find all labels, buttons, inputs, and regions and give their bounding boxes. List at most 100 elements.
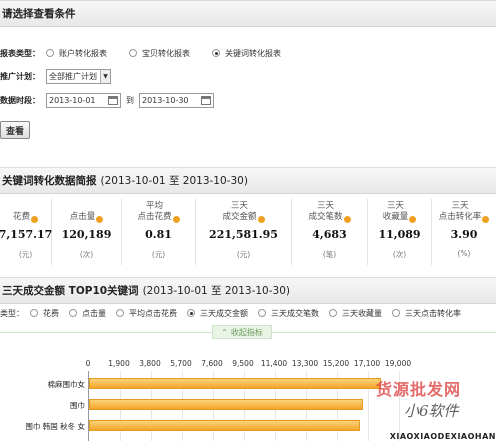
- metric-avg-cpc: 平均 点击花费 0.81 (元): [122, 199, 196, 265]
- collapse-bar: ⌃ 收起指标: [0, 325, 496, 339]
- x-tick-label: 13,300: [291, 359, 319, 368]
- x-tick-label: 15,200: [322, 359, 350, 368]
- metric-avg-cpc-label: 平均 点击花费: [137, 201, 172, 222]
- summary-dates: (2013-10-01 至 2013-10-30): [100, 175, 248, 187]
- metric-3day-favorites: 三天 收藏量 11,089 (次): [368, 199, 432, 265]
- help-icon[interactable]: [343, 216, 351, 223]
- report-type-item-label: 宝贝转化报表: [142, 48, 190, 58]
- metric-cost: 花费 7,157.17 (元): [0, 199, 52, 265]
- report-type-account-radio[interactable]: 账户转化报表: [46, 48, 107, 59]
- watermark: 货源批发网 小6软件 XIAOXIAODEXIAOHAN: [376, 376, 496, 441]
- calendar-icon[interactable]: [201, 95, 211, 105]
- metric-clicks: 点击量 120,189 (次): [52, 199, 122, 265]
- report-type-item-radio[interactable]: 宝贝转化报表: [129, 48, 190, 59]
- metric-3day-conversion-value: 3.90: [450, 228, 478, 241]
- bar[interactable]: [89, 378, 382, 389]
- metric-cost-unit: (元): [18, 250, 33, 259]
- date-from-input[interactable]: 2013-10-01: [46, 92, 121, 108]
- metric-3day-conversion-unit: (%): [457, 249, 471, 258]
- radio-selected-icon: [187, 309, 195, 317]
- query-button[interactable]: 查看: [0, 121, 30, 139]
- category-label: 棉麻围巾女: [47, 380, 86, 389]
- type-label-3day-revenue: 三天成交金额: [200, 308, 248, 318]
- bar-chart-plot: [88, 371, 400, 441]
- type-radio-cost[interactable]: 花费: [30, 308, 59, 319]
- help-icon[interactable]: [409, 216, 417, 223]
- watermark-site: XIAOXIAODEXIAOHAN: [389, 432, 496, 441]
- date-to-value: 2013-10-30: [142, 95, 189, 105]
- radio-icon: [329, 309, 337, 317]
- type-label-avg-cpc: 平均点击花费: [129, 308, 177, 318]
- radio-icon: [116, 309, 124, 317]
- x-tick-label: 1,900: [108, 359, 130, 368]
- metric-3day-revenue: 三天 成交金额 221,581.95 (元): [196, 199, 292, 265]
- metrics-row: 花费 7,157.17 (元) 点击量 120,189 (次) 平均 点击花费 …: [0, 199, 496, 265]
- calendar-icon[interactable]: [108, 95, 118, 105]
- metric-avg-cpc-unit: (元): [151, 250, 166, 259]
- radio-icon: [30, 309, 38, 317]
- date-separator: 到: [126, 95, 134, 105]
- x-tick-label: 0: [85, 359, 91, 368]
- metric-cost-label: 花费: [12, 212, 30, 222]
- help-icon[interactable]: [172, 216, 180, 223]
- help-icon[interactable]: [257, 216, 265, 223]
- x-tick-label: 9,500: [232, 359, 254, 368]
- x-tick-label: 19,000: [384, 359, 412, 368]
- radio-icon: [129, 49, 137, 57]
- x-tick-label: 17,100: [353, 359, 381, 368]
- metric-3day-favorites-value: 11,089: [378, 228, 421, 241]
- type-label-3day-favorites: 三天收藏量: [342, 308, 382, 318]
- x-axis-ticks: 0 1,900 3,800 5,700 7,600 9,500 11,400 13,300 15…: [0, 359, 496, 371]
- conditions-header: 请选择查看条件: [0, 0, 496, 27]
- x-tick-label: 3,800: [139, 359, 161, 368]
- metric-type-label: 类型：: [0, 308, 24, 318]
- report-type-keyword-radio[interactable]: 关键词转化报表: [212, 48, 281, 59]
- type-radio-avg-cpc[interactable]: 平均点击花费: [116, 308, 177, 319]
- plan-select-value: 全部推广计划: [49, 71, 97, 81]
- metric-clicks-unit: (次): [79, 250, 94, 259]
- report-type-keyword-label: 关键词转化报表: [225, 48, 281, 58]
- plan-row: 推广计划： 全部推广计划 ▼: [0, 68, 111, 84]
- metric-3day-revenue-unit: (元): [236, 250, 251, 259]
- report-type-row: 报表类型： 账户转化报表 宝贝转化报表 关键词转化报表: [0, 45, 299, 61]
- radio-icon: [46, 49, 54, 57]
- type-radio-3day-orders[interactable]: 三天成交笔数: [258, 308, 319, 319]
- type-label-3day-orders: 三天成交笔数: [271, 308, 319, 318]
- date-from-value: 2013-10-01: [49, 95, 96, 105]
- collapse-metrics-label: 收起指标: [230, 327, 263, 337]
- metric-3day-orders: 三天 成交笔数 4,683 (笔): [292, 199, 368, 265]
- radio-selected-icon: [212, 49, 220, 57]
- metric-cost-value: 7,157.17: [0, 228, 53, 241]
- summary-header: 关键词转化数据简报 (2013-10-01 至 2013-10-30): [0, 167, 496, 194]
- help-icon[interactable]: [96, 216, 104, 223]
- x-tick-label: 5,700: [170, 359, 192, 368]
- metric-3day-conversion: 三天 点击转化率 3.90 (%): [432, 199, 496, 265]
- bar[interactable]: [89, 420, 360, 431]
- type-radio-3day-favorites[interactable]: 三天收藏量: [329, 308, 382, 319]
- type-radio-3day-revenue[interactable]: 三天成交金额: [187, 308, 248, 319]
- top10-header: 三天成交金额 TOP10关键词 (2013-10-01 至 2013-10-30…: [0, 277, 496, 304]
- metric-3day-revenue-value: 221,581.95: [209, 228, 278, 241]
- type-label-3day-conversion: 三天点击转化率: [405, 308, 461, 318]
- type-radio-3day-conversion[interactable]: 三天点击转化率: [392, 308, 461, 319]
- top10-title: 三天成交金额 TOP10关键词: [2, 285, 139, 297]
- radio-icon: [258, 309, 266, 317]
- bar[interactable]: [89, 399, 364, 410]
- category-label: 围巾 韩国 秋冬 女: [25, 422, 85, 431]
- radio-icon: [69, 309, 77, 317]
- metric-3day-orders-unit: (笔): [322, 250, 337, 259]
- chevron-down-icon: ▼: [100, 69, 110, 83]
- x-tick-label: 11,400: [260, 359, 288, 368]
- chevron-up-icon: ⌃: [221, 327, 228, 337]
- help-icon[interactable]: [482, 216, 490, 223]
- period-label: 数据时段：: [0, 95, 40, 105]
- collapse-metrics-button[interactable]: ⌃ 收起指标: [212, 325, 272, 339]
- plan-select[interactable]: 全部推广计划 ▼: [46, 68, 111, 84]
- date-to-input[interactable]: 2013-10-30: [139, 92, 214, 108]
- type-radio-clicks[interactable]: 点击量: [69, 308, 106, 319]
- metric-3day-conversion-label: 三天 点击转化率: [438, 201, 482, 222]
- watermark-handwriting: 小6软件: [404, 402, 459, 420]
- metric-3day-revenue-label: 三天 成交金额: [222, 201, 257, 222]
- help-icon[interactable]: [31, 216, 38, 223]
- watermark-title: 货源批发网: [376, 380, 462, 399]
